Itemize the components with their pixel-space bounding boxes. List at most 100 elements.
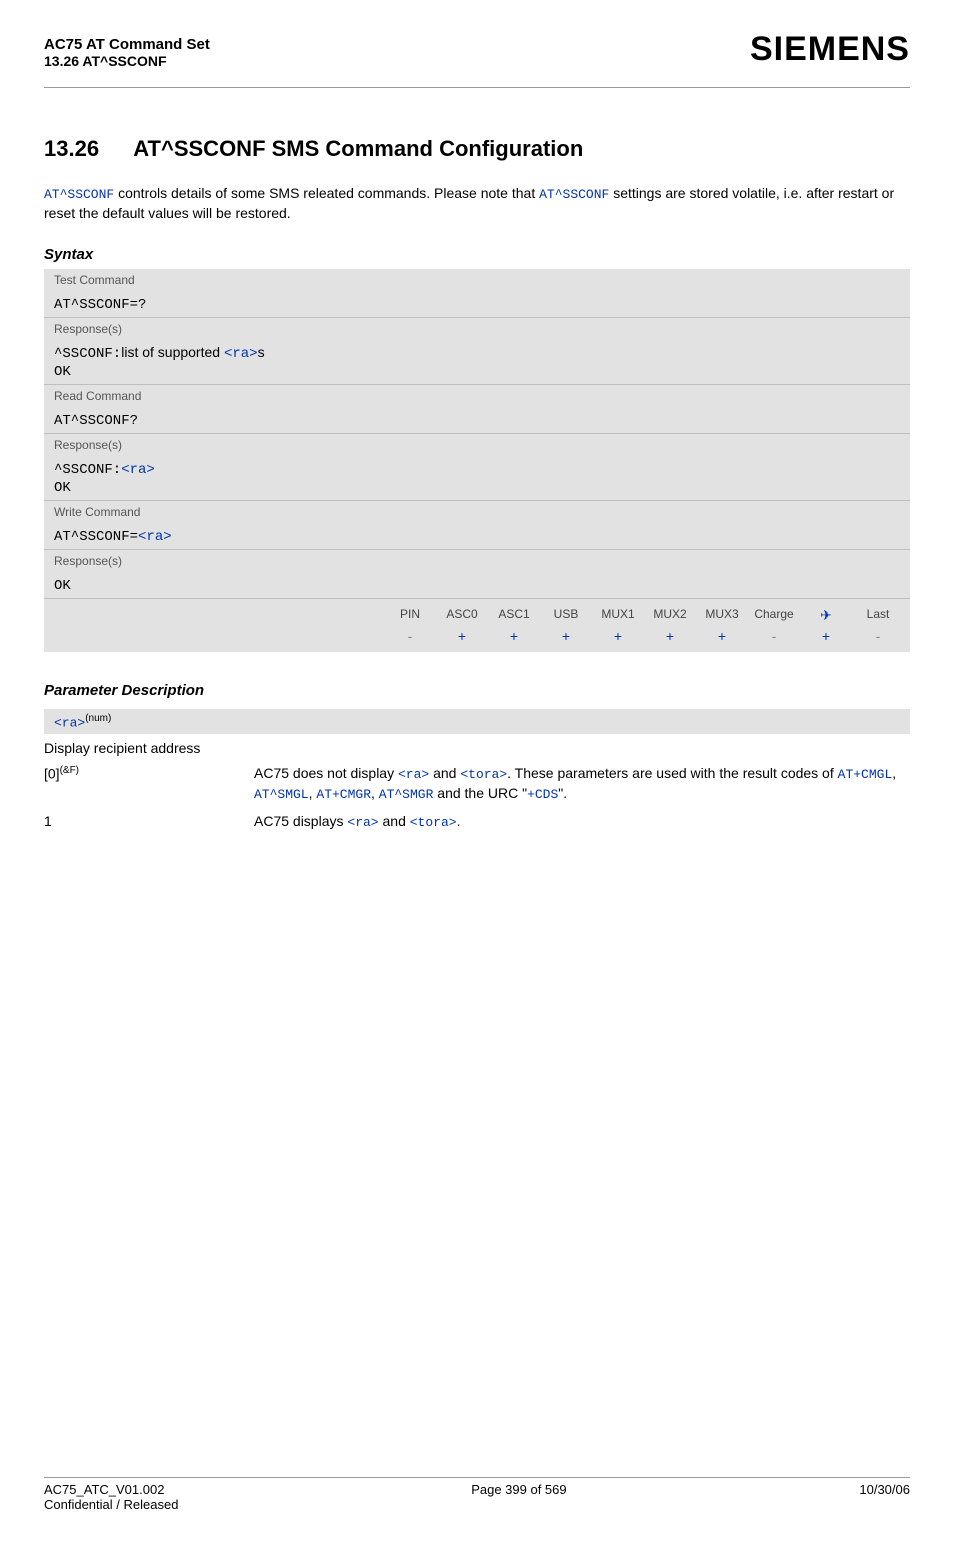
feat-h-mux2: MUX2 bbox=[644, 605, 696, 626]
section-number: 13.26 bbox=[44, 136, 128, 162]
cmd-link-smgr[interactable]: AT^SMGR bbox=[379, 787, 434, 802]
feat-h-mux3: MUX3 bbox=[696, 605, 748, 626]
r0-t4: , bbox=[892, 765, 896, 781]
write-command-text: AT^SSCONF= bbox=[54, 529, 138, 545]
test-command-label: Test Command bbox=[44, 269, 910, 291]
feature-value-grid: - + + + + + + - + - bbox=[384, 626, 904, 646]
param-val-0-key: [0](&F) bbox=[44, 760, 254, 808]
parameter-description-heading: Parameter Description bbox=[44, 682, 910, 699]
r0-t1: AC75 does not display bbox=[254, 765, 398, 781]
urc-link-cds[interactable]: +CDS bbox=[527, 787, 558, 802]
param-ra-link-5[interactable]: <ra> bbox=[347, 815, 378, 830]
doc-title: AC75 AT Command Set bbox=[44, 36, 210, 53]
param-value-table: [0](&F) AC75 does not display <ra> and <… bbox=[44, 760, 910, 837]
intro-text-1: controls details of some SMS releated co… bbox=[114, 185, 539, 201]
footer-page: Page 399 of 569 bbox=[471, 1482, 566, 1512]
param-val-0-key-text: [0] bbox=[44, 766, 60, 782]
param-sup: (num) bbox=[85, 713, 111, 724]
cmd-link-cmgr[interactable]: AT+CMGR bbox=[316, 787, 371, 802]
intro-paragraph: AT^SSCONF controls details of some SMS r… bbox=[44, 184, 910, 224]
r0-t3: . These parameters are used with the res… bbox=[507, 765, 837, 781]
footer-left: AC75_ATC_V01.002 Confidential / Released bbox=[44, 1482, 178, 1512]
cmd-link-ssconf-1[interactable]: AT^SSCONF bbox=[44, 187, 114, 202]
section-title: AT^SSCONF SMS Command Configuration bbox=[133, 136, 583, 161]
header-rule bbox=[44, 87, 910, 88]
feature-header-grid: PIN ASC0 ASC1 USB MUX1 MUX2 MUX3 Charge … bbox=[384, 605, 904, 626]
feat-v-usb: + bbox=[540, 626, 592, 646]
test-response: ^SSCONF:list of supported <ra>s OK bbox=[44, 340, 910, 384]
read-response-label: Response(s) bbox=[44, 433, 910, 456]
feat-v-last: - bbox=[852, 626, 904, 646]
footer-version: AC75_ATC_V01.002 bbox=[44, 1482, 164, 1497]
write-response: OK bbox=[44, 572, 910, 598]
brand-logo: SIEMENS bbox=[750, 30, 910, 69]
write-response-label: Response(s) bbox=[44, 549, 910, 572]
header-left: AC75 AT Command Set 13.26 AT^SSCONF bbox=[44, 36, 210, 69]
param-ra-link-3[interactable]: <ra> bbox=[138, 529, 172, 545]
syntax-heading: Syntax bbox=[44, 246, 910, 263]
r0-t7: and the URC " bbox=[433, 785, 527, 801]
footer-rule bbox=[44, 1477, 910, 1478]
test-response-prefix: ^SSCONF: bbox=[54, 346, 121, 362]
param-val-0-desc: AC75 does not display <ra> and <tora>. T… bbox=[254, 760, 910, 808]
feat-v-asc0: + bbox=[436, 626, 488, 646]
test-response-label: Response(s) bbox=[44, 317, 910, 340]
cmd-link-smgl[interactable]: AT^SMGL bbox=[254, 787, 309, 802]
feat-v-mux1: + bbox=[592, 626, 644, 646]
feat-v-asc1: + bbox=[488, 626, 540, 646]
test-response-text-1: list of supported bbox=[121, 344, 224, 360]
param-tora-link-1[interactable]: <tora> bbox=[460, 767, 507, 782]
feat-h-asc0: ASC0 bbox=[436, 605, 488, 626]
write-command-label: Write Command bbox=[44, 500, 910, 523]
feat-v-charge: - bbox=[748, 626, 800, 646]
r1-t1: AC75 displays bbox=[254, 813, 347, 829]
write-response-ok: OK bbox=[54, 578, 71, 594]
param-ra-link-2[interactable]: <ra> bbox=[121, 462, 155, 478]
airplane-icon: ✈ bbox=[800, 605, 852, 626]
test-command-text: AT^SSCONF=? bbox=[54, 297, 146, 313]
section-heading: 13.26 AT^SSCONF SMS Command Configuratio… bbox=[44, 136, 910, 162]
test-response-ok: OK bbox=[54, 364, 71, 380]
page-header: AC75 AT Command Set 13.26 AT^SSCONF SIEM… bbox=[44, 30, 910, 79]
param-ra-link-1[interactable]: <ra> bbox=[224, 346, 258, 362]
page-footer: AC75_ATC_V01.002 Confidential / Released… bbox=[44, 1477, 910, 1512]
r0-t8: ". bbox=[558, 785, 567, 801]
r1-t2: and bbox=[379, 813, 410, 829]
section-ref: 13.26 AT^SSCONF bbox=[44, 53, 210, 69]
param-short-desc: Display recipient address bbox=[44, 734, 910, 760]
r0-t6: , bbox=[371, 785, 379, 801]
feat-v-mux3: + bbox=[696, 626, 748, 646]
feat-h-asc1: ASC1 bbox=[488, 605, 540, 626]
parameter-header: <ra>(num) bbox=[44, 709, 910, 734]
read-command-text: AT^SSCONF? bbox=[54, 413, 138, 429]
param-tora-link-2[interactable]: <tora> bbox=[410, 815, 457, 830]
footer-date: 10/30/06 bbox=[859, 1482, 910, 1512]
syntax-block: Test Command AT^SSCONF=? Response(s) ^SS… bbox=[44, 269, 910, 652]
r1-t3: . bbox=[457, 813, 461, 829]
write-command: AT^SSCONF=<ra> bbox=[44, 523, 910, 549]
param-ra-link-4[interactable]: <ra> bbox=[398, 767, 429, 782]
read-response-prefix: ^SSCONF: bbox=[54, 462, 121, 478]
read-response: ^SSCONF:<ra> OK bbox=[44, 456, 910, 500]
feat-v-plane: + bbox=[800, 626, 852, 646]
test-command: AT^SSCONF=? bbox=[44, 291, 910, 317]
param-val-1-desc: AC75 displays <ra> and <tora>. bbox=[254, 808, 910, 836]
feat-v-mux2: + bbox=[644, 626, 696, 646]
param-name: <ra> bbox=[54, 715, 85, 730]
feature-support-row: PIN ASC0 ASC1 USB MUX1 MUX2 MUX3 Charge … bbox=[44, 598, 910, 652]
param-val-0-sup: (&F) bbox=[60, 765, 79, 776]
cmd-link-ssconf-2[interactable]: AT^SSCONF bbox=[539, 187, 609, 202]
footer-confidential: Confidential / Released bbox=[44, 1497, 178, 1512]
feat-h-charge: Charge bbox=[748, 605, 800, 626]
test-response-text-2: s bbox=[258, 344, 265, 360]
param-val-1-key: 1 bbox=[44, 808, 254, 836]
r0-t2: and bbox=[429, 765, 460, 781]
feat-v-pin: - bbox=[384, 626, 436, 646]
read-response-ok: OK bbox=[54, 480, 71, 496]
feat-h-usb: USB bbox=[540, 605, 592, 626]
cmd-link-cmgl[interactable]: AT+CMGL bbox=[838, 767, 893, 782]
read-command: AT^SSCONF? bbox=[44, 407, 910, 433]
feat-h-last: Last bbox=[852, 605, 904, 626]
read-command-label: Read Command bbox=[44, 384, 910, 407]
feat-h-mux1: MUX1 bbox=[592, 605, 644, 626]
